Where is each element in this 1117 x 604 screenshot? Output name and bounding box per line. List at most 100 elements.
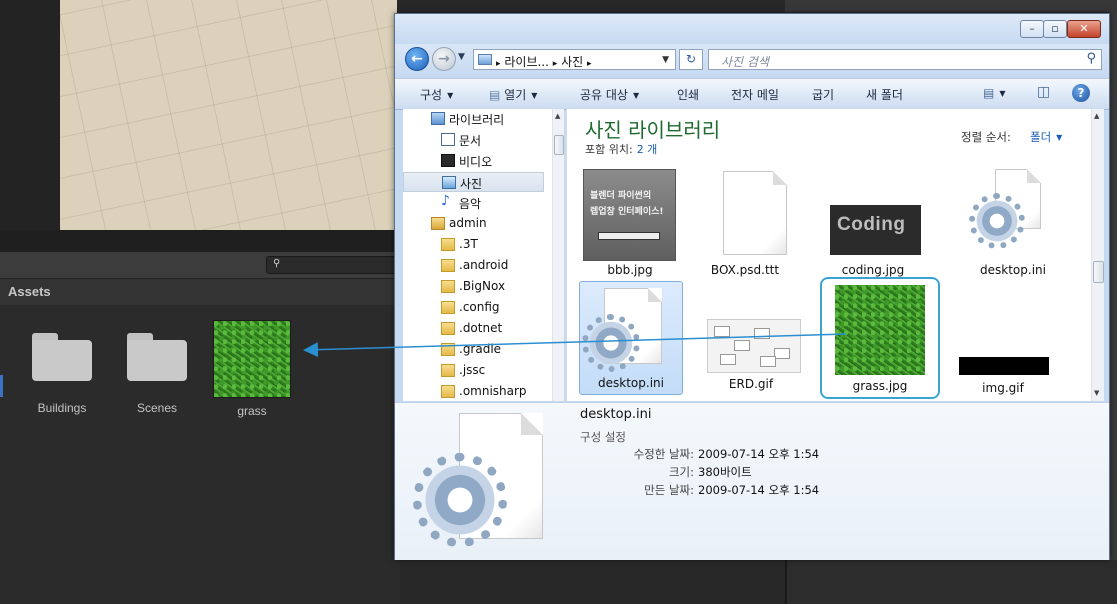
grass-texture-thumbnail [213,320,291,398]
tree-item-pictures[interactable]: 사진 [403,172,544,192]
scrollbar-thumb[interactable] [554,135,564,155]
content-pane: 사진 라이브러리 포함 위치: 2 개 정렬 순서: 폴더 ▼ 블렌더 파이썬의 렙… [566,109,1104,401]
breadcrumb-pictures[interactable]: 사진 [561,55,583,69]
image-thumbnail [959,357,1049,375]
tree-item-label: 음악 [459,197,482,211]
tree-item-libraries[interactable]: 라이브러리 [403,109,544,129]
gear-icon [587,319,635,367]
content-scrollbar[interactable]: ▲ ▼ [1091,109,1104,401]
tree-item-folder[interactable]: .omnisharp [403,382,544,401]
breadcrumb-separator[interactable]: ▸ [496,59,501,69]
back-button[interactable]: ← [405,47,429,71]
scroll-up-icon[interactable]: ▲ [1094,112,1099,120]
breadcrumb-libraries[interactable]: 라이브... [504,55,549,69]
asset-folder-buildings[interactable]: Buildings [22,333,102,415]
file-item-img[interactable]: img.gif [948,281,1058,395]
tree-item-folder[interactable]: .config [403,298,544,318]
tree-item-folder[interactable]: .3T [403,235,544,255]
tree-item-label: .config [459,300,500,314]
preview-pane-button[interactable]: ◫ [1037,84,1050,100]
title-bar[interactable]: – ▫ ✕ [395,14,1109,44]
file-item-grass[interactable]: grass.jpg [820,277,940,399]
recent-pages-dropdown[interactable]: ▼ [458,52,465,62]
file-name: ERD.gif [728,377,774,391]
tree-item-documents[interactable]: 문서 [403,130,544,150]
editor-right-strip [1110,12,1117,560]
file-name: grass.jpg [852,379,908,393]
open-icon: ▤ [489,88,501,102]
details-size-row: 크기: 380바이트 [580,464,890,480]
editor-bottom-right-panel [785,560,1117,604]
refresh-button[interactable]: ↻ [679,49,703,70]
file-item-desktop-ini[interactable]: desktop.ini [961,167,1065,281]
address-bar[interactable]: ▸ 라이브... ▸ 사진 ▸ ▼ [473,49,676,70]
address-dropdown-icon[interactable]: ▼ [662,55,669,65]
file-item-coding[interactable]: Coding coding.jpg [821,167,925,281]
folder-icon [441,280,455,293]
forward-button[interactable]: → [432,47,456,71]
tree-item-label: .omnisharp [459,384,527,398]
print-button[interactable]: 인쇄 [677,86,699,103]
search-input[interactable]: 사진 검색 ⚲ [708,49,1102,70]
file-item-bbb[interactable]: 블렌더 파이썬의 렙업창 인터페이스! bbb.jpg [578,167,682,281]
details-modified-row: 수정한 날짜: 2009-07-14 오후 1:54 [580,446,890,462]
asset-folder-scenes[interactable]: Scenes [117,333,197,415]
change-view-button[interactable]: ▤ ▼ [983,86,1006,100]
library-icon [431,112,445,125]
image-thumbnail [835,285,925,375]
file-item-desktop-ini-selected[interactable]: desktop.ini [579,281,683,395]
organize-button[interactable]: 구성 ▼ [420,86,453,103]
help-icon[interactable]: ? [1072,84,1090,102]
gear-icon [974,198,1020,244]
share-label: 공유 대상 [580,88,628,102]
folder-icon [441,385,455,398]
tree-item-folder[interactable]: .dotnet [403,319,544,339]
tree-item-label: 사진 [460,177,483,191]
library-title: 사진 라이브러리 [585,118,721,142]
nav-scrollbar[interactable]: ▲ [552,109,564,401]
breadcrumb: ▸ 라이브... ▸ 사진 ▸ [496,53,592,70]
folder-icon [441,343,455,356]
file-name: bbb.jpg [607,263,653,277]
scroll-up-icon[interactable]: ▲ [555,112,560,120]
tree-item-folder[interactable]: .BigNox [403,277,544,297]
details-label: 만든 날짜: [644,483,694,497]
details-pane: desktop.ini 구성 설정 수정한 날짜: 2009-07-14 오후 … [395,402,1109,560]
includes-link[interactable]: 2 개 [637,143,658,156]
user-folder-icon [431,217,445,230]
sort-dropdown[interactable]: 폴더 ▼ [1030,129,1062,145]
details-value: 2009-07-14 오후 1:54 [698,483,820,497]
minimize-button[interactable]: – [1020,20,1044,38]
share-button[interactable]: 공유 대상 ▼ [580,86,639,103]
project-search-input[interactable]: ⚲ [266,256,400,274]
tree-item-folder[interactable]: .android [403,256,544,276]
navigation-bar: ← → ▼ ▸ 라이브... ▸ 사진 ▸ ▼ ↻ 사진 검색 ⚲ [395,44,1109,74]
scene-view[interactable] [60,0,397,231]
email-button[interactable]: 전자 메일 [731,86,779,103]
breadcrumb-separator[interactable]: ▸ [553,59,558,69]
new-folder-button[interactable]: 새 폴더 [866,86,903,103]
tree-item-music[interactable]: ♪ 음악 [403,193,544,213]
thumbnail-text: 블렌더 파이썬의 렙업창 인터페이스! [590,191,664,217]
file-item-erd[interactable]: ERD.gif [699,281,803,395]
tree-item-folder[interactable]: .gradle [403,340,544,360]
burn-button[interactable]: 굽기 [812,86,834,103]
file-item-box[interactable]: BOX.psd.ttt [693,167,797,281]
tree-item-admin[interactable]: admin [403,214,544,234]
maximize-button[interactable]: ▫ [1043,20,1067,38]
file-name: desktop.ini [980,263,1046,277]
scroll-down-icon[interactable]: ▼ [1094,389,1099,397]
asset-texture-grass[interactable]: grass [212,320,292,418]
search-icon[interactable]: ⚲ [1086,51,1096,66]
pictures-icon [442,176,456,189]
scrollbar-thumb[interactable] [1093,261,1104,283]
tree-item-folder[interactable]: .jssc [403,361,544,381]
breadcrumb-separator[interactable]: ▸ [587,59,592,69]
open-button[interactable]: ▤ 열기 ▼ [489,86,537,103]
music-icon: ♪ [441,193,450,209]
details-file-type: 구성 설정 [580,430,626,444]
tree-item-label: .3T [459,237,478,251]
close-button[interactable]: ✕ [1067,20,1101,38]
tree-item-videos[interactable]: 비디오 [403,151,544,171]
sort-value: 폴더 [1030,130,1052,144]
